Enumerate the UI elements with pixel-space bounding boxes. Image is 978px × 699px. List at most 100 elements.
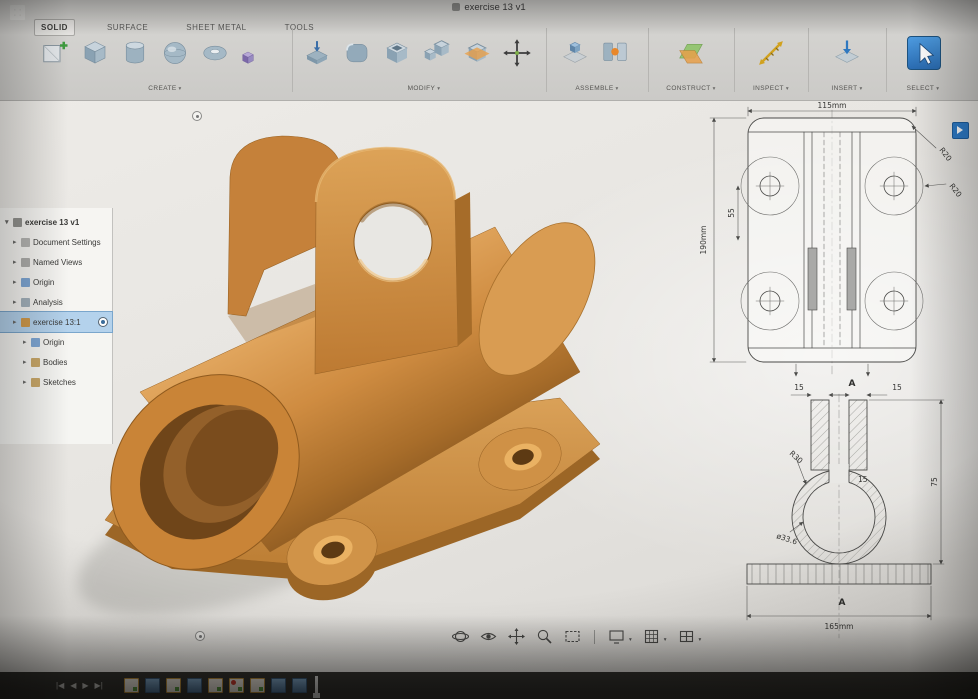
- browser-row-root[interactable]: exercise 13 v1: [0, 212, 112, 232]
- timeline-play-button[interactable]: [82, 681, 88, 690]
- insert-menu[interactable]: INSERT: [808, 85, 886, 92]
- joint-icon[interactable]: [600, 38, 630, 68]
- measure-icon[interactable]: [756, 38, 786, 68]
- expand-caret-icon[interactable]: [23, 358, 31, 366]
- dim-height-front: 190mm: [699, 226, 708, 255]
- expand-caret-icon[interactable]: [13, 318, 21, 326]
- chevron-down-icon[interactable]: ▾: [629, 637, 632, 645]
- tab-tools[interactable]: TOOLS: [279, 20, 320, 35]
- group-separator: [808, 28, 809, 92]
- nav-separator: [594, 629, 595, 644]
- browser-row-named-views[interactable]: Named Views: [0, 252, 112, 272]
- zoom-icon[interactable]: [536, 628, 553, 645]
- timeline-bar: [0, 672, 978, 699]
- browser-row-analysis[interactable]: Analysis: [0, 292, 112, 312]
- timeline-step-back-button[interactable]: [70, 681, 76, 690]
- expand-caret-icon[interactable]: [13, 278, 21, 286]
- look-at-icon[interactable]: [480, 628, 497, 645]
- move-copy-icon[interactable]: [502, 38, 532, 68]
- select-tool-button[interactable]: [907, 36, 941, 70]
- expand-caret-icon[interactable]: [23, 378, 31, 386]
- viewport-canvas[interactable]: 115mm 190mm 55 R20 R20 A 15 15 15 R30 ø3…: [0, 100, 978, 672]
- browser-panel-handle-dot[interactable]: [192, 111, 202, 121]
- create-group: [40, 38, 256, 68]
- inspect-menu[interactable]: INSPECT: [734, 85, 808, 92]
- tab-sheet-metal[interactable]: SHEET METAL: [180, 20, 252, 35]
- timeline-feature[interactable]: [123, 678, 139, 693]
- dim-r20-tab: R20: [947, 182, 963, 199]
- new-component-icon[interactable]: [560, 38, 590, 68]
- timeline-feature[interactable]: [144, 678, 160, 693]
- shell-icon[interactable]: [382, 38, 412, 68]
- bodies-folder-icon: [31, 357, 40, 367]
- model-3d-bracket[interactable]: [50, 102, 650, 650]
- pan-icon[interactable]: [508, 628, 525, 645]
- timeline-feature[interactable]: [291, 678, 307, 693]
- press-pull-icon[interactable]: [302, 38, 332, 68]
- browser-row-component-origin[interactable]: Origin: [0, 332, 112, 352]
- timeline-feature[interactable]: [249, 678, 265, 693]
- torus-primitive-icon[interactable]: [200, 38, 230, 68]
- split-body-icon[interactable]: [462, 38, 492, 68]
- browser-row-origin[interactable]: Origin: [0, 272, 112, 292]
- document-title: exercise 13 v1: [0, 2, 978, 13]
- technical-drawing: 115mm 190mm 55 R20 R20 A 15 15 15 R30 ø3…: [699, 101, 964, 639]
- construction-plane-icon[interactable]: [676, 38, 706, 68]
- browser-row-sketches[interactable]: Sketches: [0, 372, 112, 392]
- expand-caret-icon[interactable]: [13, 258, 21, 266]
- dim-r30: R30: [788, 449, 805, 466]
- browser-row-component[interactable]: exercise 13:1: [0, 311, 113, 333]
- dim-slot: 15: [858, 475, 868, 484]
- section-label-bottom: A: [839, 598, 846, 608]
- dim-width-front: 115mm: [818, 101, 847, 110]
- tab-solid[interactable]: SOLID: [34, 19, 75, 36]
- browser-row-bodies[interactable]: Bodies: [0, 352, 112, 372]
- document-icon: [13, 217, 22, 227]
- canvas-handle-dot[interactable]: [195, 631, 205, 641]
- expand-caret-icon[interactable]: [13, 238, 21, 246]
- timeline-position-marker[interactable]: [312, 676, 320, 698]
- create-sketch-icon[interactable]: [40, 38, 70, 68]
- assemble-menu[interactable]: ASSEMBLE: [546, 85, 648, 92]
- modify-menu[interactable]: MODIFY: [302, 85, 546, 92]
- expand-caret-icon[interactable]: [23, 338, 31, 346]
- activate-component-radio[interactable]: [98, 317, 108, 327]
- timeline-feature[interactable]: [270, 678, 286, 693]
- chevron-down-icon[interactable]: ▾: [699, 637, 702, 645]
- create-menu[interactable]: CREATE: [40, 85, 290, 92]
- browser-row-doc-settings[interactable]: Document Settings: [0, 232, 112, 252]
- timeline-feature[interactable]: [165, 678, 181, 693]
- group-separator: [886, 28, 887, 92]
- cylinder-primitive-icon[interactable]: [120, 38, 150, 68]
- timeline-feature[interactable]: [207, 678, 223, 693]
- dim-leg-right: 15: [892, 383, 902, 392]
- expand-caret-icon[interactable]: [13, 298, 21, 306]
- sphere-primitive-icon[interactable]: [160, 38, 190, 68]
- select-menu[interactable]: SELECT: [886, 85, 960, 92]
- assemble-group: [560, 38, 630, 68]
- orbit-icon[interactable]: [451, 628, 470, 645]
- box-primitive-icon[interactable]: [80, 38, 110, 68]
- expand-caret-icon[interactable]: [5, 218, 13, 226]
- chevron-down-icon[interactable]: ▾: [664, 637, 667, 645]
- timeline-go-to-end-button[interactable]: [95, 681, 103, 690]
- timeline-feature[interactable]: [186, 678, 202, 693]
- display-settings-icon[interactable]: [608, 628, 625, 645]
- cursor-icon: [919, 42, 935, 65]
- combine-icon[interactable]: [422, 38, 452, 68]
- app-window: exercise 13 v1 SOLID SURFACE SHEET METAL…: [0, 0, 978, 699]
- tab-surface[interactable]: SURFACE: [101, 20, 154, 35]
- insert-icon[interactable]: [832, 38, 862, 68]
- timeline-feature[interactable]: [228, 678, 244, 693]
- dim-width-base: 165mm: [825, 622, 854, 631]
- analysis-icon: [21, 297, 30, 307]
- timeline-go-to-start-button[interactable]: [56, 681, 64, 690]
- layout-grid-icon[interactable]: [643, 628, 660, 645]
- construct-menu[interactable]: CONSTRUCT: [648, 85, 734, 92]
- viewports-icon[interactable]: [678, 628, 695, 645]
- fit-icon[interactable]: [564, 628, 581, 645]
- coil-primitive-icon[interactable]: [240, 50, 256, 66]
- fillet-icon[interactable]: [342, 38, 372, 68]
- selection-marker-badge[interactable]: [952, 122, 969, 139]
- modify-group: [302, 38, 532, 68]
